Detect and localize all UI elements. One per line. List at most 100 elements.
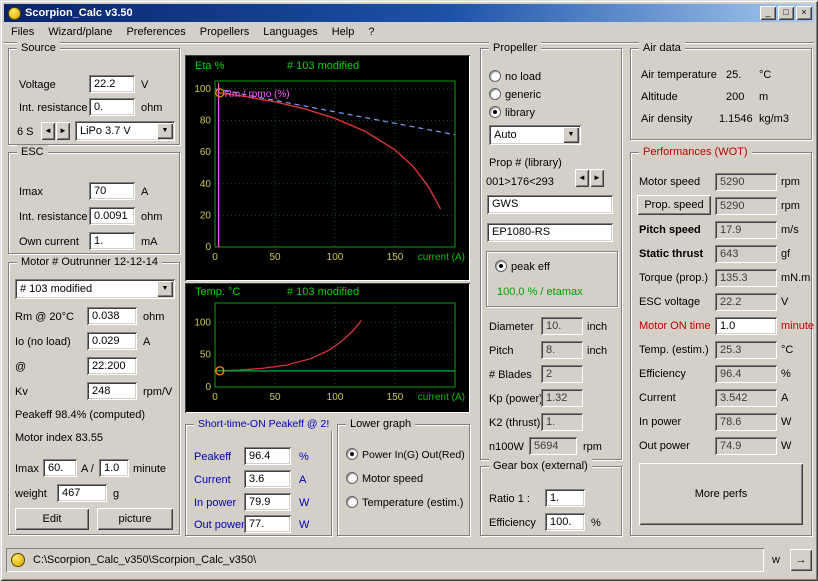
perf-current-unit: A <box>781 392 788 405</box>
arrow-left-icon: ◄ <box>44 127 52 135</box>
weight-field[interactable]: 467 <box>57 484 107 502</box>
chevron-down-icon[interactable]: ▼ <box>157 281 173 297</box>
esc-own-current-label: Own current <box>19 236 79 249</box>
menu-languages[interactable]: Languages <box>256 24 324 40</box>
io-field[interactable]: 0.029 <box>87 332 137 350</box>
n100w-unit: rpm <box>583 441 602 454</box>
radio-power-in-out[interactable] <box>346 448 358 460</box>
prop-speed-button[interactable]: Prop. speed <box>637 195 711 215</box>
radio-temperature[interactable] <box>346 496 358 508</box>
prop-model-field[interactable]: EP1080-RS <box>487 223 613 242</box>
motor-group-title: Motor # Outrunner 12-12-14 <box>17 255 162 269</box>
radio-no-load-label[interactable]: no load <box>505 71 541 84</box>
esc-resistance-field[interactable]: 0.0091 <box>89 207 135 225</box>
minimize-button[interactable]: _ <box>760 6 776 20</box>
gear-efficiency-field[interactable]: 100. <box>545 513 585 531</box>
esc-own-current-field[interactable]: 1. <box>89 232 135 250</box>
short-current-field[interactable]: 3.6 <box>244 470 291 488</box>
perf-motor-on-time-field[interactable]: 1.0 <box>715 317 777 335</box>
svg-text:0: 0 <box>212 392 218 403</box>
battery-type-select[interactable]: LiPo 3.7 V ▼ <box>75 121 175 141</box>
close-button[interactable]: × <box>796 6 812 20</box>
kv-field[interactable]: 248 <box>87 382 137 400</box>
at-field[interactable]: 22.200 <box>87 357 137 375</box>
radio-library-label[interactable]: library <box>505 107 535 120</box>
eta-chart: Eta % # 103 modified 0501001500204060801… <box>185 55 470 281</box>
n100w-field[interactable]: 5694 <box>529 437 577 455</box>
voltage-label: Voltage <box>19 79 56 92</box>
propeller-group: Propeller no load generic library Auto ▼… <box>480 48 622 460</box>
motor-select-value: # 103 modified <box>20 283 92 295</box>
kp-field[interactable]: 1.32 <box>541 389 583 407</box>
chevron-down-icon[interactable]: ▼ <box>157 123 173 139</box>
prop-brand-field[interactable]: GWS <box>487 195 613 214</box>
esc-resistance-label: Int. resistance <box>19 211 87 224</box>
gear-ratio-field[interactable]: 1. <box>545 489 585 507</box>
cells-decrement-button[interactable]: ◄ <box>41 122 55 140</box>
prop-auto-select[interactable]: Auto ▼ <box>489 125 581 145</box>
prop-next-button[interactable]: ► <box>590 169 604 187</box>
altitude-value: 200 <box>726 91 744 104</box>
cells-increment-button[interactable]: ► <box>56 122 70 140</box>
k2-field[interactable]: 1. <box>541 413 583 431</box>
menu-preferences[interactable]: Preferences <box>119 24 192 40</box>
short-out-power-field[interactable]: 77. <box>244 515 291 533</box>
motor-select[interactable]: # 103 modified ▼ <box>15 279 175 299</box>
radio-power-in-out-label[interactable]: Power In(G) Out(Red) <box>362 449 465 462</box>
perf-current-value: 3.542 <box>715 389 777 407</box>
radio-motor-speed-label[interactable]: Motor speed <box>362 473 423 486</box>
esc-imax-field[interactable]: 70 <box>89 182 135 200</box>
io-label: Io (no load) <box>15 336 71 349</box>
blades-field[interactable]: 2 <box>541 365 583 383</box>
diameter-field[interactable]: 10. <box>541 317 583 335</box>
gearbox-group-title: Gear box (external) <box>489 459 592 473</box>
radio-motor-speed[interactable] <box>346 472 358 484</box>
radio-generic[interactable] <box>489 88 501 100</box>
chevron-down-icon[interactable]: ▼ <box>563 127 579 143</box>
short-in-power-field[interactable]: 79.9 <box>244 493 291 511</box>
prop-library-range: 001>176<293 <box>486 176 554 189</box>
radio-library[interactable] <box>489 106 501 118</box>
maximize-button[interactable]: □ <box>778 6 794 20</box>
rm-field[interactable]: 0.038 <box>87 307 137 325</box>
svg-text:current (A): current (A) <box>418 252 465 263</box>
title-bar[interactable]: Scorpion_Calc v3.50 _ □ × <box>4 4 814 22</box>
short-current-unit: A <box>299 474 306 487</box>
menu-question[interactable]: ? <box>361 24 381 40</box>
source-resistance-label: Int. resistance <box>19 102 87 115</box>
voltage-field[interactable]: 22.2 <box>89 75 135 93</box>
esc-resistance-unit: ohm <box>141 211 162 224</box>
menu-help[interactable]: Help <box>325 24 362 40</box>
svg-text:100: 100 <box>194 84 211 95</box>
picture-button[interactable]: picture <box>97 508 173 530</box>
more-perfs-button[interactable]: More perfs <box>639 463 803 525</box>
svg-text:60: 60 <box>200 147 212 158</box>
source-resistance-field[interactable]: 0. <box>89 98 135 116</box>
cells-label: 6 S <box>17 126 34 139</box>
eta-chart-title: Eta % <box>195 60 224 72</box>
perf-pitch-speed-value: 17.9 <box>715 221 777 239</box>
radio-no-load[interactable] <box>489 70 501 82</box>
menu-files[interactable]: Files <box>4 24 41 40</box>
perf-torque-label: Torque (prop.) <box>639 272 708 285</box>
menu-wizard-plane[interactable]: Wizard/plane <box>41 24 119 40</box>
motor-imax-field[interactable]: 60. <box>43 459 77 477</box>
air-density-value: 1.1546 <box>719 113 753 126</box>
radio-temperature-label[interactable]: Temperature (estim.) <box>362 497 463 510</box>
menu-propellers[interactable]: Propellers <box>193 24 257 40</box>
radio-peak-eff-label[interactable]: peak eff <box>511 261 550 274</box>
radio-generic-label[interactable]: generic <box>505 89 541 102</box>
status-arrow-button[interactable]: → <box>790 549 812 571</box>
perf-esc-voltage-unit: V <box>781 296 788 309</box>
gearbox-group: Gear box (external) Ratio 1 : 1. Efficie… <box>480 466 622 536</box>
radio-peak-eff[interactable] <box>495 260 507 272</box>
perf-out-power-value: 74.9 <box>715 437 777 455</box>
edit-button[interactable]: Edit <box>15 508 89 530</box>
at-label: @ <box>15 361 26 374</box>
short-peakeff-field[interactable]: 96.4 <box>244 447 291 465</box>
prop-prev-button[interactable]: ◄ <box>575 169 589 187</box>
short-time-group: Short-time-ON Peakeff @ 2! Peakeff 96.4 … <box>185 424 332 536</box>
pitch-field[interactable]: 8. <box>541 341 583 359</box>
air-temperature-unit: °C <box>759 69 771 82</box>
motor-imax-time-field[interactable]: 1.0 <box>99 459 129 477</box>
